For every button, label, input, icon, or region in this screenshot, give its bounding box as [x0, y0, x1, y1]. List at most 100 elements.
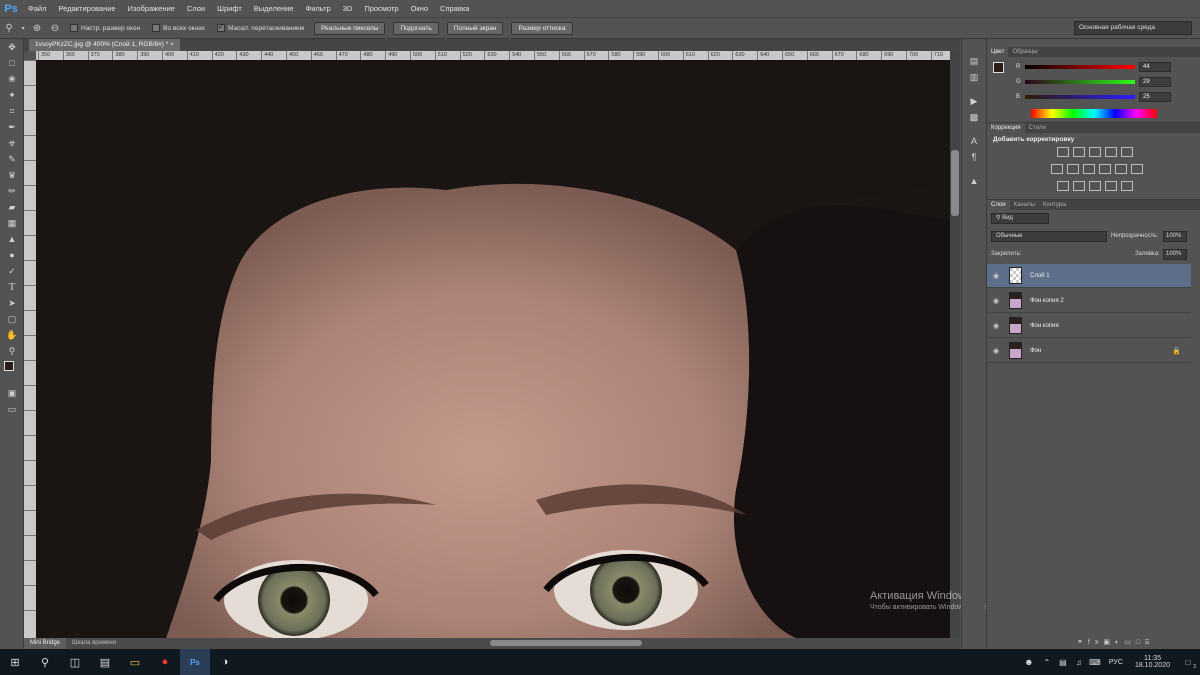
- people-icon[interactable]: ☻: [1019, 649, 1039, 675]
- file-explorer-icon[interactable]: ▭: [120, 649, 150, 675]
- curves-icon[interactable]: [1089, 147, 1101, 157]
- network-icon[interactable]: ▤: [1055, 649, 1071, 675]
- color-balance-icon[interactable]: [1067, 164, 1079, 174]
- tab-timeline[interactable]: Шкала времени: [66, 638, 122, 649]
- zoom-out-icon[interactable]: ⊖: [46, 20, 64, 36]
- navigator-icon[interactable]: ▩: [962, 109, 986, 125]
- gradient-map-icon[interactable]: [1105, 181, 1117, 191]
- move-tool-icon[interactable]: ✥: [0, 39, 24, 55]
- photoshop-taskbar-icon[interactable]: Ps: [180, 649, 210, 675]
- menu-type[interactable]: Шрифт: [211, 0, 248, 17]
- task-view-icon[interactable]: ◫: [60, 649, 90, 675]
- checkbox-box[interactable]: [152, 24, 161, 32]
- blue-slider[interactable]: [1025, 95, 1135, 99]
- print-size-button[interactable]: Размер оттиска: [511, 21, 573, 35]
- scrubby-zoom-checkbox[interactable]: ✓ Масшт. перетаскиванием: [216, 24, 304, 32]
- actual-pixels-button[interactable]: Реальные пикселы: [314, 21, 386, 35]
- green-value-input[interactable]: 29: [1139, 77, 1171, 87]
- fx-icon[interactable]: fx: [1088, 639, 1103, 646]
- keyboard-icon[interactable]: ⌨: [1087, 649, 1103, 675]
- fit-screen-button[interactable]: Подогнать: [393, 21, 439, 35]
- all-windows-checkbox[interactable]: Во всех окнах: [152, 24, 205, 32]
- marquee-tool-icon[interactable]: □: [0, 55, 24, 71]
- photo-filter-icon[interactable]: [1099, 164, 1111, 174]
- clock[interactable]: 11:35 18.10.2020: [1129, 655, 1176, 669]
- trash-icon[interactable]: ⌸: [1145, 639, 1154, 646]
- properties-icon[interactable]: ▥: [962, 69, 986, 85]
- store-icon[interactable]: ▤: [90, 649, 120, 675]
- brightness-icon[interactable]: [1057, 147, 1069, 157]
- hue-saturation-icon[interactable]: [1051, 164, 1063, 174]
- tab-swatches[interactable]: Образцы: [1008, 47, 1041, 57]
- tab-layers[interactable]: Слои: [987, 200, 1010, 210]
- menu-filter[interactable]: Фильтр: [300, 0, 337, 17]
- gradient-tool-icon[interactable]: ▦: [0, 215, 24, 231]
- black-white-icon[interactable]: [1083, 164, 1095, 174]
- close-icon[interactable]: ×: [170, 41, 174, 48]
- yandex-browser-icon[interactable]: ●: [150, 649, 180, 675]
- eyedropper-tool-icon[interactable]: ✒: [0, 119, 24, 135]
- actions-icon[interactable]: ▶: [962, 93, 986, 109]
- new-layer-icon[interactable]: □: [1136, 639, 1145, 646]
- chevron-down-icon[interactable]: ▾: [18, 20, 28, 36]
- eraser-tool-icon[interactable]: ▰: [0, 199, 24, 215]
- menu-window[interactable]: Окно: [405, 0, 434, 17]
- quick-select-tool-icon[interactable]: ✦: [0, 87, 24, 103]
- image-canvas[interactable]: [36, 60, 950, 638]
- menu-image[interactable]: Изображение: [122, 0, 181, 17]
- vibrance-icon[interactable]: [1121, 147, 1133, 157]
- zoom-tool-icon[interactable]: ⚲: [0, 20, 18, 36]
- horizontal-scroll-thumb[interactable]: [490, 640, 642, 646]
- group-icon[interactable]: ▭: [1124, 639, 1136, 646]
- tab-channels[interactable]: Каналы: [1010, 200, 1039, 210]
- screen-mode-icon[interactable]: ▭: [0, 401, 24, 417]
- exposure-icon[interactable]: [1105, 147, 1117, 157]
- blur-tool-icon[interactable]: ▲: [0, 231, 24, 247]
- character-icon[interactable]: A: [962, 133, 986, 149]
- rectangle-tool-icon[interactable]: ▢: [0, 311, 24, 327]
- menu-view[interactable]: Просмотр: [358, 0, 404, 17]
- vertical-scroll-thumb[interactable]: [951, 150, 959, 216]
- blend-mode-select[interactable]: Обычные: [991, 231, 1107, 242]
- document-tab[interactable]: 1vsoyPKzZC.jpg @ 400% (Слой 1, RGB/8#) *…: [29, 39, 180, 51]
- menu-edit[interactable]: Редактирование: [52, 0, 121, 17]
- levels-icon[interactable]: [1073, 147, 1085, 157]
- search-icon[interactable]: ⚲: [30, 649, 60, 675]
- color-lookup-icon[interactable]: [1131, 164, 1143, 174]
- tray-arrow-icon[interactable]: ⌃: [1039, 649, 1055, 675]
- color-swatches[interactable]: [0, 359, 24, 385]
- tab-paths[interactable]: Контуры: [1039, 200, 1071, 210]
- zoom-in-icon[interactable]: ⊕: [28, 20, 46, 36]
- tab-color[interactable]: Цвет: [987, 47, 1009, 57]
- tab-styles[interactable]: Стили: [1025, 123, 1050, 133]
- red-value-input[interactable]: 44: [1139, 62, 1171, 72]
- invert-icon[interactable]: [1057, 181, 1069, 191]
- quick-mask-icon[interactable]: ▣: [0, 385, 24, 401]
- lasso-tool-icon[interactable]: ❀: [0, 71, 24, 87]
- threshold-icon[interactable]: [1089, 181, 1101, 191]
- language-indicator[interactable]: РУС: [1103, 659, 1129, 666]
- opacity-input[interactable]: 100%: [1163, 231, 1187, 242]
- brush-tool-icon[interactable]: ✎: [0, 151, 24, 167]
- menu-3d[interactable]: 3D: [337, 0, 359, 17]
- windows-start-icon[interactable]: ⊞: [0, 649, 30, 675]
- layer-filter-select[interactable]: ⚲ Вид: [991, 213, 1049, 224]
- cube-3d-icon[interactable]: ▲: [962, 173, 986, 189]
- tab-adjustments[interactable]: Коррекция: [987, 123, 1025, 133]
- fill-input[interactable]: 100%: [1163, 249, 1187, 260]
- workspace-select[interactable]: Основная рабочая среда: [1074, 21, 1192, 35]
- menu-help[interactable]: Справка: [434, 0, 475, 17]
- crop-tool-icon[interactable]: ⌗: [0, 103, 24, 119]
- history-icon[interactable]: ▤: [962, 53, 986, 69]
- type-tool-icon[interactable]: T: [0, 279, 24, 295]
- selective-color-icon[interactable]: [1121, 181, 1133, 191]
- green-slider[interactable]: [1025, 80, 1135, 84]
- clone-stamp-tool-icon[interactable]: ♛: [0, 167, 24, 183]
- channel-mixer-icon[interactable]: [1115, 164, 1127, 174]
- vertical-scrollbar[interactable]: [950, 51, 960, 638]
- link-icon[interactable]: ⚭: [1077, 639, 1088, 646]
- fill-screen-button[interactable]: Полный экран: [446, 21, 504, 35]
- blue-value-input[interactable]: 25: [1139, 92, 1171, 102]
- tab-mini-bridge[interactable]: Mini Bridge: [24, 638, 67, 649]
- adjustment-layer-icon[interactable]: ◐: [1115, 639, 1124, 646]
